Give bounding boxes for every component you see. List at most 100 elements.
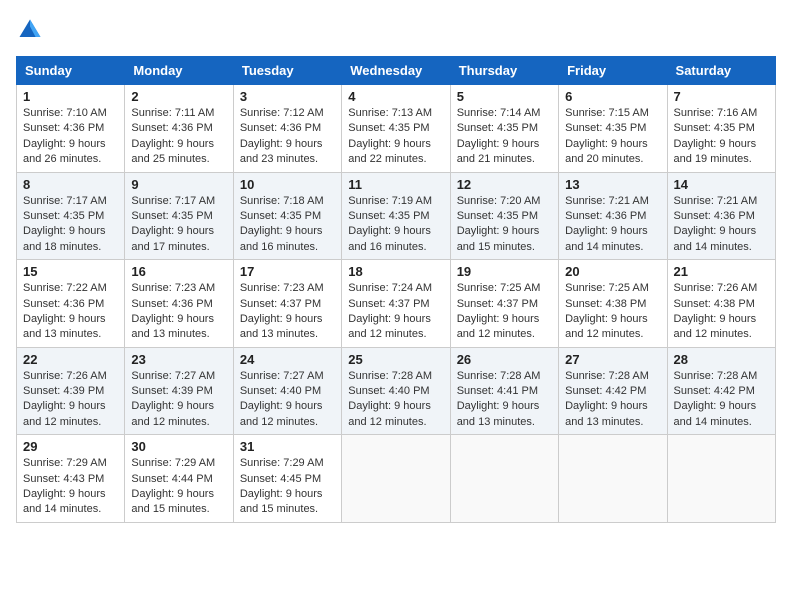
calendar-week-4: 22 Sunrise: 7:26 AM Sunset: 4:39 PM Dayl… bbox=[17, 347, 776, 435]
sunset-label: Sunset: bbox=[674, 210, 714, 222]
day-info: Sunrise: 7:26 AM Sunset: 4:39 PM Dayligh… bbox=[23, 369, 118, 431]
sunrise-value: 7:28 AM bbox=[609, 370, 649, 382]
sunset-label: Sunset: bbox=[348, 298, 388, 310]
sunset-value: 4:35 PM bbox=[172, 210, 213, 222]
daylight-label: Daylight: bbox=[131, 400, 177, 412]
sunrise-value: 7:28 AM bbox=[717, 370, 757, 382]
calendar-cell: 30 Sunrise: 7:29 AM Sunset: 4:44 PM Dayl… bbox=[125, 435, 233, 523]
sunrise-label: Sunrise: bbox=[23, 370, 66, 382]
day-number: 12 bbox=[457, 177, 552, 192]
calendar-cell: 16 Sunrise: 7:23 AM Sunset: 4:36 PM Dayl… bbox=[125, 260, 233, 348]
sunset-value: 4:36 PM bbox=[63, 122, 104, 134]
sunrise-value: 7:29 AM bbox=[175, 457, 215, 469]
daylight-label: Daylight: bbox=[240, 488, 286, 500]
sunset-label: Sunset: bbox=[23, 210, 63, 222]
sunset-value: 4:40 PM bbox=[389, 385, 430, 397]
calendar-cell: 31 Sunrise: 7:29 AM Sunset: 4:45 PM Dayl… bbox=[233, 435, 341, 523]
day-info: Sunrise: 7:29 AM Sunset: 4:44 PM Dayligh… bbox=[131, 456, 226, 518]
sunset-value: 4:37 PM bbox=[497, 298, 538, 310]
sunset-label: Sunset: bbox=[457, 122, 497, 134]
sunrise-value: 7:22 AM bbox=[66, 282, 106, 294]
sunrise-label: Sunrise: bbox=[240, 457, 283, 469]
calendar-cell: 21 Sunrise: 7:26 AM Sunset: 4:38 PM Dayl… bbox=[667, 260, 775, 348]
sunrise-label: Sunrise: bbox=[674, 370, 717, 382]
calendar-cell: 7 Sunrise: 7:16 AM Sunset: 4:35 PM Dayli… bbox=[667, 85, 775, 173]
sunset-value: 4:40 PM bbox=[280, 385, 321, 397]
sunset-label: Sunset: bbox=[565, 122, 605, 134]
calendar-cell bbox=[342, 435, 450, 523]
sunset-value: 4:36 PM bbox=[172, 122, 213, 134]
sunset-label: Sunset: bbox=[240, 473, 280, 485]
daylight-label: Daylight: bbox=[565, 138, 611, 150]
daylight-label: Daylight: bbox=[348, 313, 394, 325]
sunset-value: 4:39 PM bbox=[63, 385, 104, 397]
sunset-value: 4:42 PM bbox=[605, 385, 646, 397]
calendar-cell: 1 Sunrise: 7:10 AM Sunset: 4:36 PM Dayli… bbox=[17, 85, 125, 173]
day-info: Sunrise: 7:20 AM Sunset: 4:35 PM Dayligh… bbox=[457, 194, 552, 256]
sunset-value: 4:39 PM bbox=[172, 385, 213, 397]
sunset-label: Sunset: bbox=[565, 298, 605, 310]
day-number: 11 bbox=[348, 177, 443, 192]
sunrise-label: Sunrise: bbox=[240, 282, 283, 294]
sunrise-value: 7:16 AM bbox=[717, 107, 757, 119]
calendar-cell: 20 Sunrise: 7:25 AM Sunset: 4:38 PM Dayl… bbox=[559, 260, 667, 348]
day-info: Sunrise: 7:23 AM Sunset: 4:36 PM Dayligh… bbox=[131, 281, 226, 343]
calendar-cell bbox=[450, 435, 558, 523]
day-number: 10 bbox=[240, 177, 335, 192]
day-number: 25 bbox=[348, 352, 443, 367]
column-header-monday: Monday bbox=[125, 57, 233, 85]
day-number: 18 bbox=[348, 264, 443, 279]
day-info: Sunrise: 7:12 AM Sunset: 4:36 PM Dayligh… bbox=[240, 106, 335, 168]
sunrise-label: Sunrise: bbox=[348, 107, 391, 119]
sunrise-value: 7:27 AM bbox=[175, 370, 215, 382]
sunset-value: 4:36 PM bbox=[605, 210, 646, 222]
sunrise-label: Sunrise: bbox=[348, 282, 391, 294]
calendar-cell: 4 Sunrise: 7:13 AM Sunset: 4:35 PM Dayli… bbox=[342, 85, 450, 173]
daylight-label: Daylight: bbox=[240, 138, 286, 150]
day-number: 22 bbox=[23, 352, 118, 367]
day-number: 17 bbox=[240, 264, 335, 279]
calendar-cell: 2 Sunrise: 7:11 AM Sunset: 4:36 PM Dayli… bbox=[125, 85, 233, 173]
sunrise-label: Sunrise: bbox=[131, 195, 174, 207]
calendar-week-1: 1 Sunrise: 7:10 AM Sunset: 4:36 PM Dayli… bbox=[17, 85, 776, 173]
sunset-value: 4:45 PM bbox=[280, 473, 321, 485]
sunrise-label: Sunrise: bbox=[23, 457, 66, 469]
calendar-cell: 15 Sunrise: 7:22 AM Sunset: 4:36 PM Dayl… bbox=[17, 260, 125, 348]
day-info: Sunrise: 7:29 AM Sunset: 4:45 PM Dayligh… bbox=[240, 456, 335, 518]
sunset-label: Sunset: bbox=[240, 122, 280, 134]
calendar-header-row: SundayMondayTuesdayWednesdayThursdayFrid… bbox=[17, 57, 776, 85]
daylight-label: Daylight: bbox=[23, 138, 69, 150]
sunrise-label: Sunrise: bbox=[565, 282, 608, 294]
sunrise-value: 7:17 AM bbox=[175, 195, 215, 207]
sunrise-label: Sunrise: bbox=[674, 282, 717, 294]
day-number: 7 bbox=[674, 89, 769, 104]
sunrise-value: 7:11 AM bbox=[175, 107, 215, 119]
sunset-value: 4:35 PM bbox=[389, 210, 430, 222]
column-header-tuesday: Tuesday bbox=[233, 57, 341, 85]
calendar-cell: 6 Sunrise: 7:15 AM Sunset: 4:35 PM Dayli… bbox=[559, 85, 667, 173]
sunset-label: Sunset: bbox=[131, 385, 171, 397]
day-info: Sunrise: 7:18 AM Sunset: 4:35 PM Dayligh… bbox=[240, 194, 335, 256]
day-info: Sunrise: 7:15 AM Sunset: 4:35 PM Dayligh… bbox=[565, 106, 660, 168]
sunset-label: Sunset: bbox=[457, 210, 497, 222]
sunrise-value: 7:12 AM bbox=[283, 107, 323, 119]
calendar-cell: 26 Sunrise: 7:28 AM Sunset: 4:41 PM Dayl… bbox=[450, 347, 558, 435]
day-info: Sunrise: 7:24 AM Sunset: 4:37 PM Dayligh… bbox=[348, 281, 443, 343]
sunset-label: Sunset: bbox=[348, 122, 388, 134]
daylight-label: Daylight: bbox=[131, 138, 177, 150]
sunrise-value: 7:27 AM bbox=[283, 370, 323, 382]
sunrise-value: 7:25 AM bbox=[500, 282, 540, 294]
day-number: 3 bbox=[240, 89, 335, 104]
sunset-value: 4:44 PM bbox=[172, 473, 213, 485]
sunrise-label: Sunrise: bbox=[131, 370, 174, 382]
day-number: 20 bbox=[565, 264, 660, 279]
day-number: 5 bbox=[457, 89, 552, 104]
sunrise-label: Sunrise: bbox=[674, 107, 717, 119]
calendar-cell bbox=[559, 435, 667, 523]
calendar: SundayMondayTuesdayWednesdayThursdayFrid… bbox=[16, 56, 776, 523]
daylight-label: Daylight: bbox=[565, 313, 611, 325]
day-info: Sunrise: 7:23 AM Sunset: 4:37 PM Dayligh… bbox=[240, 281, 335, 343]
sunrise-label: Sunrise: bbox=[565, 107, 608, 119]
calendar-cell bbox=[667, 435, 775, 523]
sunrise-value: 7:18 AM bbox=[283, 195, 323, 207]
